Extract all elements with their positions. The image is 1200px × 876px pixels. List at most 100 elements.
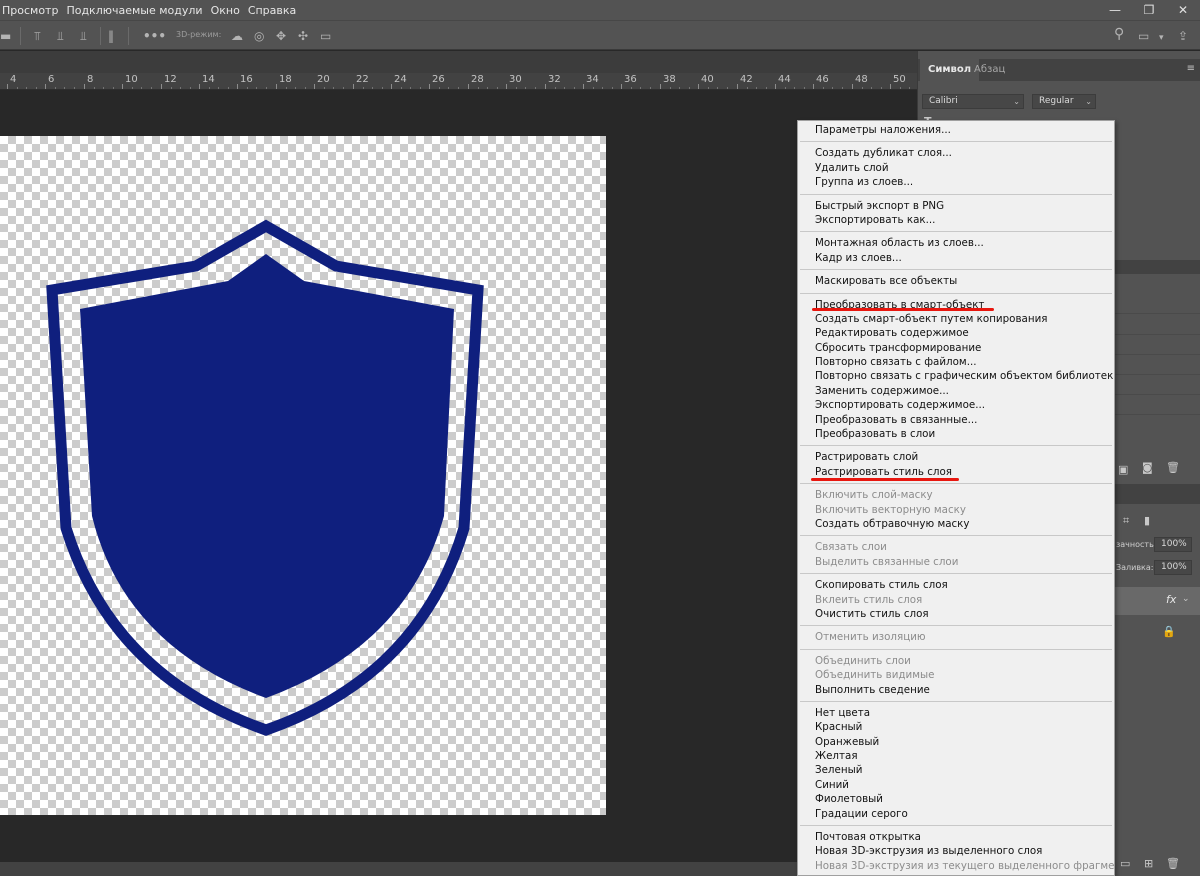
ruler-label: 6 bbox=[48, 74, 55, 85]
minimize-icon[interactable]: — bbox=[1098, 0, 1132, 20]
3d-pan-icon[interactable]: ✥ bbox=[276, 29, 286, 43]
context-menu-item[interactable]: Преобразовать в слои bbox=[798, 427, 1114, 441]
new-layer-icon[interactable]: ⊞ bbox=[1144, 857, 1153, 870]
3d-slide-icon[interactable]: ✣ bbox=[298, 29, 308, 43]
lock-artboard-icon[interactable]: ⌗ bbox=[1123, 514, 1129, 528]
context-menu-item[interactable]: Группа из слоев... bbox=[798, 175, 1114, 189]
chevron-down-icon[interactable]: ▾ bbox=[1159, 31, 1164, 45]
ruler-label: 8 bbox=[87, 74, 94, 85]
context-menu-item[interactable]: Параметры наложения... bbox=[798, 123, 1114, 137]
context-menu-item: Включить слой-маску bbox=[815, 489, 933, 502]
menu-separator bbox=[798, 645, 1114, 654]
context-menu-item[interactable]: Выполнить сведение bbox=[798, 683, 1114, 697]
context-menu-item[interactable]: Нет цвета bbox=[798, 706, 1114, 720]
font-family-select[interactable]: Calibri ⌄ bbox=[922, 94, 1024, 109]
ellipsis-icon[interactable]: ••• bbox=[143, 29, 166, 43]
context-menu-item[interactable]: Новая 3D-экструзия из выделенного слоя bbox=[798, 844, 1114, 858]
context-menu-item[interactable]: Повторно связать с графическим объектом … bbox=[798, 369, 1114, 383]
menu-help[interactable]: Справка bbox=[244, 4, 300, 17]
context-menu-item[interactable]: Удалить слой bbox=[798, 161, 1114, 175]
align-top-icon[interactable]: ⫪ bbox=[34, 29, 41, 43]
workspace-icon[interactable]: ▭ bbox=[1138, 29, 1149, 43]
context-menu-item: Объединить видимые bbox=[815, 669, 935, 682]
camera-icon[interactable]: ◙ bbox=[1142, 461, 1153, 474]
menu-window[interactable]: Окно bbox=[207, 4, 244, 17]
tool-preset-icon[interactable]: ▬ bbox=[0, 29, 11, 43]
opacity-field[interactable]: 100% bbox=[1154, 537, 1192, 552]
ruler-label: 36 bbox=[624, 74, 637, 85]
shield-shape[interactable] bbox=[0, 136, 606, 815]
context-menu-item[interactable]: Зеленый bbox=[798, 763, 1114, 777]
align-bottom-icon[interactable]: ⫫ bbox=[80, 29, 87, 43]
align-vcenter-icon[interactable]: ⫫ bbox=[57, 29, 64, 43]
distribute-icon[interactable]: ‖ bbox=[108, 29, 114, 43]
3d-roll-icon[interactable]: ◎ bbox=[254, 29, 264, 43]
document-tab-strip bbox=[0, 51, 917, 73]
context-menu-item[interactable]: Фиолетовый bbox=[798, 792, 1114, 806]
context-menu-item[interactable]: Сбросить трансформирование bbox=[798, 341, 1114, 355]
context-menu-item[interactable]: Почтовая открытка bbox=[798, 830, 1114, 844]
tab-paragraph[interactable]: Абзац bbox=[966, 59, 1013, 81]
font-style-select[interactable]: Regular ⌄ bbox=[1032, 94, 1096, 109]
ruler-label: 50 bbox=[893, 74, 906, 85]
context-menu-item[interactable]: Создать дубликат слоя... bbox=[798, 146, 1114, 160]
chevron-down-icon: ⌄ bbox=[1013, 97, 1020, 106]
document-canvas[interactable] bbox=[0, 136, 606, 815]
context-menu-item[interactable]: Преобразовать в связанные... bbox=[798, 413, 1114, 427]
restore-icon[interactable]: ❐ bbox=[1132, 0, 1166, 20]
context-menu-item[interactable]: Повторно связать с файлом... bbox=[798, 355, 1114, 369]
window-controls: — ❐ ✕ bbox=[1098, 0, 1200, 20]
ruler-label: 44 bbox=[778, 74, 791, 85]
panel-menu-icon[interactable]: ≡ bbox=[1187, 63, 1195, 74]
context-menu-item[interactable]: Красный bbox=[798, 720, 1114, 734]
delete-layer-icon[interactable]: 🗑 bbox=[1166, 857, 1180, 870]
menu-plugins[interactable]: Подключаемые модули bbox=[62, 4, 206, 17]
ruler-label: 16 bbox=[240, 74, 253, 85]
fill-field[interactable]: 100% bbox=[1154, 560, 1192, 575]
context-menu-item[interactable]: Синий bbox=[798, 778, 1114, 792]
status-bar bbox=[0, 862, 917, 876]
ruler-label: 42 bbox=[740, 74, 753, 85]
canvas-workspace[interactable] bbox=[0, 90, 917, 862]
menu-view[interactable]: Просмотр bbox=[0, 4, 62, 17]
toolbar-divider bbox=[100, 27, 101, 45]
3d-orbit-icon[interactable]: ☁ bbox=[231, 29, 243, 43]
context-menu-item[interactable]: Редактировать содержимое bbox=[798, 326, 1114, 340]
context-menu-item: Отменить изоляцию bbox=[815, 631, 926, 644]
fx-icon[interactable]: fx bbox=[1166, 593, 1176, 606]
3d-scale-icon[interactable]: ▭ bbox=[320, 29, 331, 43]
context-menu-item[interactable]: Оранжевый bbox=[798, 735, 1114, 749]
context-menu-item[interactable]: Экспортировать содержимое... bbox=[798, 398, 1114, 412]
chevron-down-icon[interactable]: ⌄ bbox=[1182, 594, 1190, 604]
context-menu-item[interactable]: Заменить содержимое... bbox=[798, 384, 1114, 398]
context-menu-item[interactable]: Монтажная область из слоев... bbox=[798, 236, 1114, 250]
opacity-label: зачность: bbox=[1116, 540, 1157, 549]
ruler-label: 48 bbox=[855, 74, 868, 85]
context-menu-item[interactable]: Градации серого bbox=[798, 807, 1114, 821]
new-group-icon[interactable]: ▭ bbox=[1120, 857, 1130, 870]
shield-inner-fill bbox=[80, 254, 454, 698]
context-menu-item[interactable]: Маскировать все объекты bbox=[798, 274, 1114, 288]
search-icon[interactable]: ⚲ bbox=[1114, 27, 1124, 41]
context-menu-item[interactable]: Растрировать слой bbox=[798, 450, 1114, 464]
share-icon[interactable]: ⇪ bbox=[1178, 29, 1188, 43]
menu-bar: Просмотр Подключаемые модули Окно Справк… bbox=[0, 0, 1200, 20]
new-snapshot-icon[interactable]: ▣ bbox=[1118, 463, 1128, 476]
context-menu-item[interactable]: Экспортировать как... bbox=[798, 213, 1114, 227]
context-menu-item[interactable]: Быстрый экспорт в PNG bbox=[798, 199, 1114, 213]
ruler-label: 12 bbox=[164, 74, 177, 85]
context-menu-item[interactable]: Скопировать стиль слоя bbox=[798, 578, 1114, 592]
trash-icon[interactable]: 🗑 bbox=[1166, 461, 1180, 474]
menu-separator bbox=[798, 190, 1114, 199]
context-menu-item[interactable]: Создать смарт-объект путем копирования bbox=[798, 312, 1114, 326]
context-menu-item[interactable]: Очистить стиль слоя bbox=[798, 607, 1114, 621]
context-menu-item[interactable]: Кадр из слоев... bbox=[798, 251, 1114, 265]
context-menu-item[interactable]: Создать обтравочную маску bbox=[798, 517, 1114, 531]
menu-separator bbox=[798, 137, 1114, 146]
ruler-label: 18 bbox=[279, 74, 292, 85]
lock-all-icon[interactable]: ▮ bbox=[1144, 514, 1150, 527]
context-menu-item[interactable]: Желтая bbox=[798, 749, 1114, 763]
close-icon[interactable]: ✕ bbox=[1166, 0, 1200, 20]
menu-separator bbox=[798, 621, 1114, 630]
ruler-label: 28 bbox=[471, 74, 484, 85]
